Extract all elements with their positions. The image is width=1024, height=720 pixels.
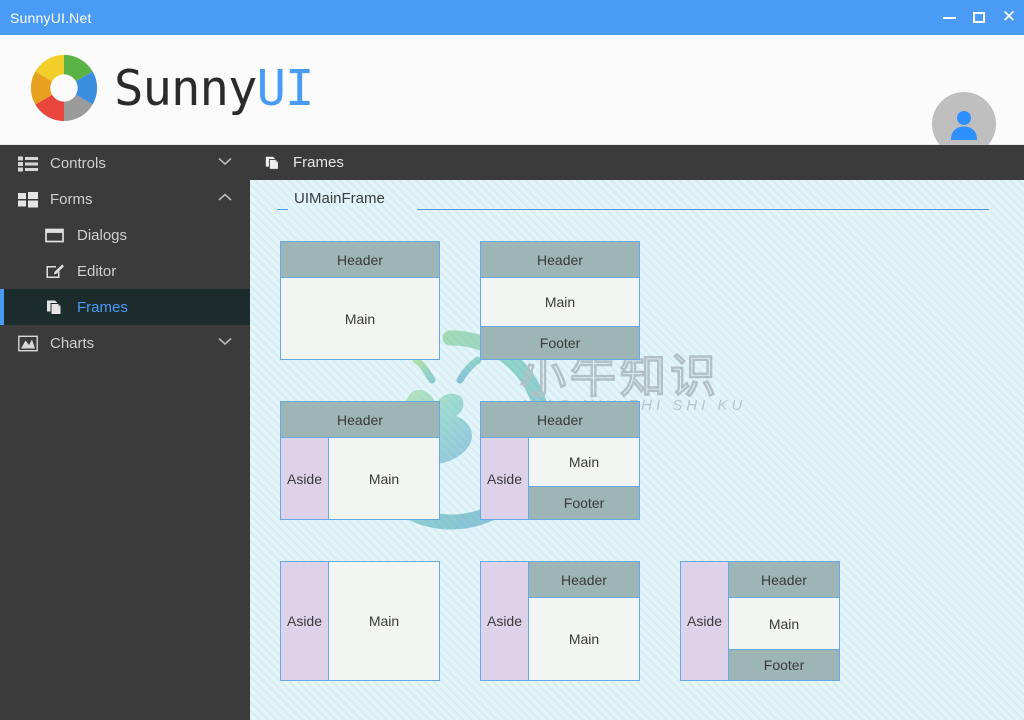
title-bar: SunnyUI.Net ✕ xyxy=(0,0,1024,35)
close-icon: ✕ xyxy=(1001,7,1017,27)
chevron-down-icon[interactable] xyxy=(218,337,232,346)
frame-cell-main: Main xyxy=(729,598,839,650)
frame-cell-main: Main xyxy=(529,598,639,680)
chevron-up-icon[interactable] xyxy=(218,193,232,202)
pages-icon xyxy=(265,156,279,170)
content-header-title: Frames xyxy=(293,154,344,171)
group-box-label: UIMainFrame xyxy=(294,190,385,207)
minimize-button[interactable] xyxy=(934,0,964,35)
frame-cell-header: Header xyxy=(281,242,439,278)
brand-name-primary: Sunny xyxy=(114,59,258,117)
frame-cell-header: Header xyxy=(481,402,639,438)
frame-cell-footer: Footer xyxy=(481,327,639,359)
window-title: SunnyUI.Net xyxy=(10,9,92,26)
sidebar-item-frames[interactable]: Frames xyxy=(0,289,250,325)
chevron-down-icon[interactable] xyxy=(218,157,232,166)
sidebar-item-forms-label: Forms xyxy=(50,190,93,208)
sidebar-item-dialogs-label: Dialogs xyxy=(77,226,128,244)
frame-cell-footer: Footer xyxy=(529,487,639,519)
app-header: SunnyUI 控件 窗体 图表 xyxy=(0,35,1024,177)
frame-cell-footer: Footer xyxy=(729,650,839,680)
window-controls: ✕ xyxy=(934,0,1024,35)
frame-header-aside-main[interactable]: Header Aside Main xyxy=(280,401,440,520)
brand-name-accent: UI xyxy=(256,59,315,117)
chart-area-icon xyxy=(18,335,38,351)
content-header: Frames xyxy=(250,145,1024,180)
list-icon xyxy=(18,156,38,171)
close-button[interactable]: ✕ xyxy=(994,0,1024,35)
windows-grid-icon xyxy=(18,191,38,207)
frame-cell-header: Header xyxy=(529,562,639,598)
frame-cell-aside: Aside xyxy=(681,562,729,680)
frame-cell-header: Header xyxy=(729,562,839,598)
group-box-line xyxy=(417,209,989,210)
frame-header-main-footer[interactable]: Header Main Footer xyxy=(480,241,640,360)
frame-cell-main: Main xyxy=(281,278,439,359)
frame-header-aside-main-footer[interactable]: Header Aside Main Footer xyxy=(480,401,640,520)
sidebar-item-dialogs[interactable]: Dialogs xyxy=(0,217,250,253)
minimize-icon xyxy=(942,16,956,19)
frame-cell-header: Header xyxy=(281,402,439,438)
frame-aside-header-main[interactable]: Aside Header Main xyxy=(480,561,640,681)
sidebar-item-controls[interactable]: Controls xyxy=(0,145,250,181)
group-box-uimainframe: UIMainFrame xyxy=(277,190,989,210)
sidebar-item-editor[interactable]: Editor xyxy=(0,253,250,289)
brand-logo: SunnyUI xyxy=(28,52,315,124)
content-area: 小牛知识库 XIAO NIU ZHI SHI KU UIMainFrame He… xyxy=(250,180,1024,720)
edit-icon xyxy=(46,264,64,278)
person-icon xyxy=(951,111,977,140)
sunnyui-pie-logo-icon xyxy=(30,54,98,122)
sidebar-item-frames-label: Frames xyxy=(77,298,128,316)
sidebar-item-charts[interactable]: Charts xyxy=(0,325,250,361)
frame-cell-main: Main xyxy=(529,438,639,487)
frame-aside-main[interactable]: Aside Main xyxy=(280,561,440,681)
group-box-dash xyxy=(277,209,288,210)
maximize-icon xyxy=(973,12,985,23)
frame-cell-main: Main xyxy=(329,562,439,680)
sidebar: Controls Forms Dialogs Editor Frames Cha… xyxy=(0,145,250,720)
brand-wordmark: SunnyUI xyxy=(114,64,315,113)
window-icon xyxy=(45,228,64,242)
pages-icon xyxy=(47,300,62,315)
frame-cell-aside: Aside xyxy=(481,438,529,519)
sidebar-item-forms[interactable]: Forms xyxy=(0,181,250,217)
frame-cell-main: Main xyxy=(329,438,439,519)
frame-cell-main: Main xyxy=(481,278,639,327)
maximize-button[interactable] xyxy=(964,0,994,35)
sidebar-item-editor-label: Editor xyxy=(77,262,117,280)
selection-accent-bar xyxy=(0,289,4,325)
frame-cell-aside: Aside xyxy=(281,562,329,680)
sidebar-item-charts-label: Charts xyxy=(50,334,95,352)
frame-header-main[interactable]: Header Main xyxy=(280,241,440,360)
frame-cell-aside: Aside xyxy=(281,438,329,519)
frame-cell-aside: Aside xyxy=(481,562,529,680)
frame-aside-header-main-footer[interactable]: Aside Header Main Footer xyxy=(680,561,840,681)
frame-cell-header: Header xyxy=(481,242,639,278)
sidebar-item-controls-label: Controls xyxy=(50,154,106,172)
